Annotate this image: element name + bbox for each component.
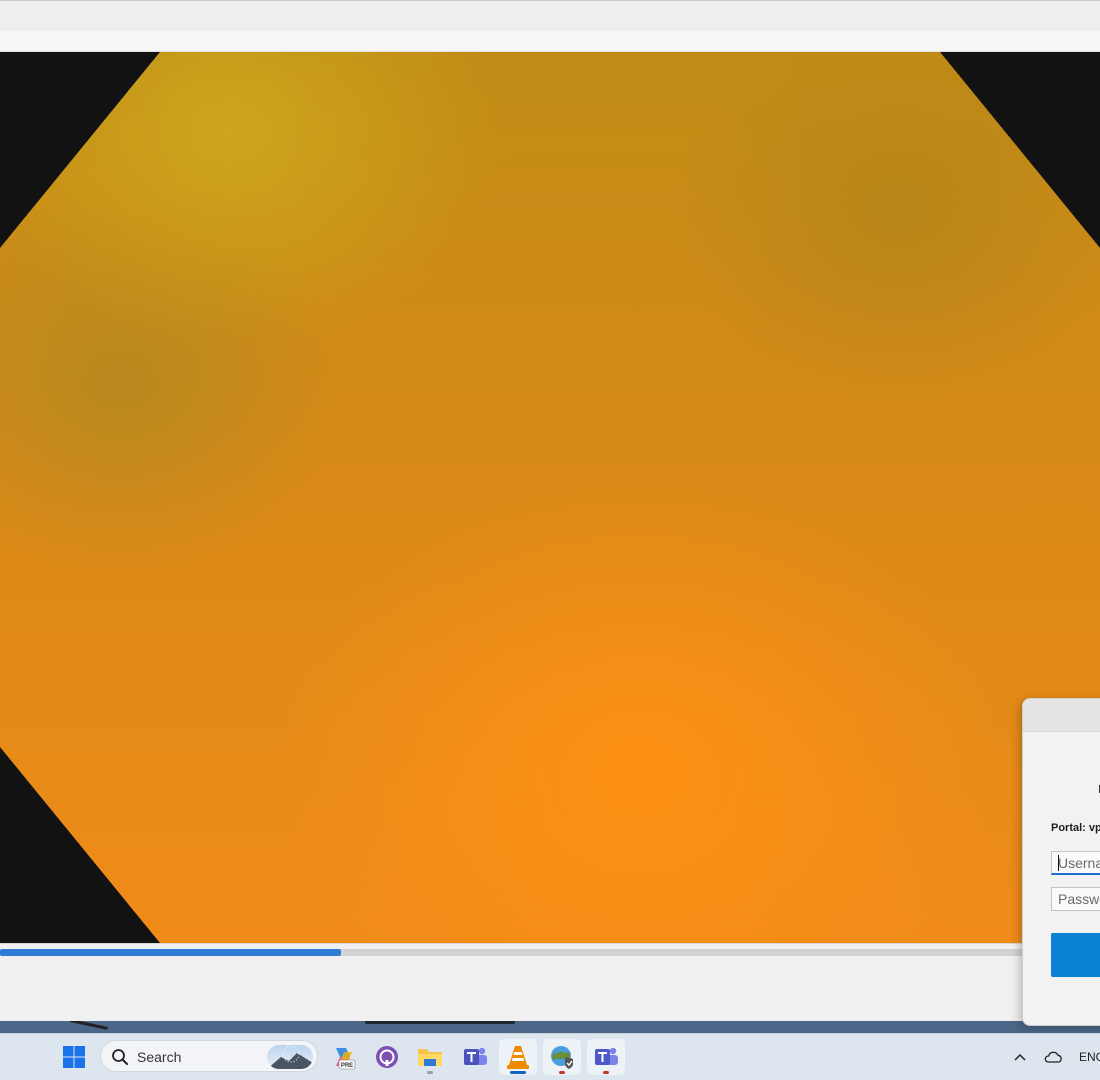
taskbar-github-desktop[interactable] bbox=[368, 1039, 406, 1075]
copilot-icon: PRE bbox=[336, 1048, 356, 1070]
dialog-title-bar[interactable] bbox=[1023, 699, 1100, 732]
running-indicator bbox=[427, 1071, 433, 1074]
video-area[interactable] bbox=[0, 52, 1100, 943]
player-title-bar[interactable] bbox=[0, 0, 1100, 31]
player-controls bbox=[0, 943, 1100, 1021]
teams-icon bbox=[464, 1047, 487, 1065]
search-highlight-image bbox=[267, 1045, 313, 1069]
taskbar-teams-classic[interactable] bbox=[456, 1039, 494, 1075]
video-frame bbox=[0, 52, 1100, 943]
folder-icon bbox=[418, 1049, 442, 1066]
windows-logo-icon bbox=[63, 1046, 85, 1068]
active-indicator bbox=[510, 1071, 526, 1074]
github-icon bbox=[376, 1046, 398, 1068]
background-window-strip bbox=[0, 1021, 1100, 1033]
connect-button[interactable] bbox=[1051, 933, 1100, 977]
show-hidden-icons-button[interactable] bbox=[1002, 1039, 1038, 1075]
copilot-badge: PRE bbox=[341, 1063, 353, 1069]
text-caret bbox=[1058, 855, 1059, 871]
taskbar-search-box[interactable]: Search bbox=[100, 1040, 318, 1072]
search-label: Search bbox=[137, 1049, 182, 1065]
vpn-login-dialog: Portal: vp bbox=[1022, 698, 1100, 1026]
taskbar-file-explorer[interactable] bbox=[411, 1039, 449, 1075]
taskbar-vpn-client[interactable] bbox=[543, 1039, 581, 1075]
notification-indicator bbox=[559, 1071, 565, 1074]
search-icon bbox=[112, 1049, 128, 1065]
chevron-up-icon bbox=[1014, 1053, 1026, 1061]
taskbar: Search PRE EN bbox=[0, 1033, 1100, 1080]
vlc-cone-icon bbox=[507, 1046, 529, 1069]
notification-indicator bbox=[603, 1071, 609, 1074]
start-button[interactable] bbox=[55, 1039, 93, 1075]
onedrive-button[interactable] bbox=[1036, 1039, 1070, 1075]
player-menu-bar[interactable] bbox=[0, 31, 1100, 52]
teams-icon bbox=[595, 1047, 618, 1065]
seek-bar[interactable] bbox=[0, 949, 1100, 956]
language-indicator[interactable]: ENG bbox=[1079, 1050, 1100, 1064]
seek-bar-progress bbox=[0, 949, 341, 956]
portal-label: Portal: vp bbox=[1051, 822, 1100, 834]
globe-shield-icon bbox=[551, 1046, 573, 1069]
password-input[interactable] bbox=[1051, 887, 1100, 911]
cloud-icon bbox=[1044, 1051, 1062, 1063]
taskbar-vlc-media-player[interactable] bbox=[499, 1039, 537, 1075]
taskbar-copilot[interactable]: PRE bbox=[324, 1039, 362, 1075]
taskbar-microsoft-teams[interactable] bbox=[587, 1039, 625, 1075]
